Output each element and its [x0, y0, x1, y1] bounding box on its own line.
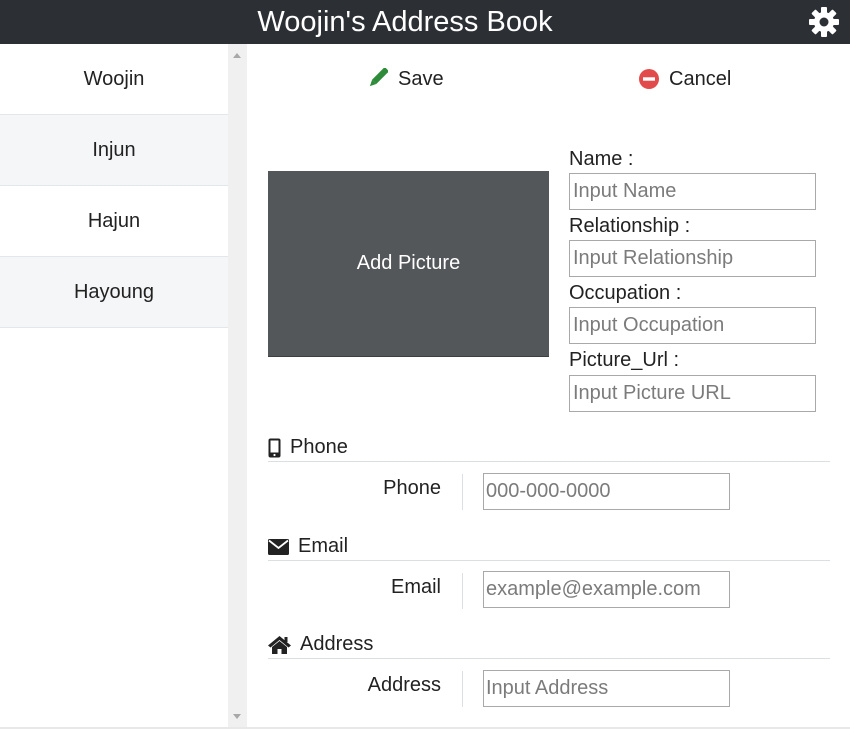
cancel-label: Cancel: [669, 67, 732, 90]
sidebar-item-label: Injun: [92, 139, 136, 161]
name-field[interactable]: [569, 173, 816, 210]
envelope-icon: [268, 538, 289, 555]
phone-label: Phone: [383, 477, 441, 499]
address-label: Address: [367, 674, 441, 696]
relationship-field[interactable]: [569, 240, 816, 277]
relationship-label: Relationship :: [569, 215, 691, 237]
divider: [462, 474, 463, 510]
save-button[interactable]: Save: [366, 66, 444, 92]
occupation-label: Occupation :: [569, 282, 682, 304]
picture-url-field[interactable]: [569, 375, 816, 412]
pencil-icon: [369, 68, 388, 87]
address-section-title: Address: [300, 633, 374, 655]
mobile-phone-icon: [268, 438, 281, 457]
email-label: Email: [390, 576, 441, 598]
contact-edit-panel: Save Cancel Add Picture Name : Relations…: [247, 44, 850, 729]
email-section-header: Email: [268, 533, 830, 561]
app-title: Woojin's Address Book: [257, 6, 553, 38]
phone-field[interactable]: [483, 473, 730, 510]
gear-icon[interactable]: [808, 6, 840, 38]
picture-url-label: Picture_Url :: [569, 349, 680, 371]
scroll-up-arrow-icon[interactable]: [233, 53, 241, 58]
phone-section-header: Phone: [268, 434, 830, 462]
email-field[interactable]: [483, 571, 730, 608]
phone-section-title: Phone: [290, 436, 348, 458]
sidebar-scrollbar[interactable]: [228, 44, 247, 729]
divider: [462, 671, 463, 707]
address-field[interactable]: [483, 670, 730, 707]
add-picture-label: Add Picture: [356, 252, 461, 274]
address-section-header: Address: [268, 631, 830, 659]
occupation-field[interactable]: [569, 307, 816, 344]
sidebar-item-hayoung[interactable]: Hayoung: [0, 257, 228, 328]
sidebar-item-woojin[interactable]: Woojin: [0, 44, 228, 115]
sidebar-item-label: Woojin: [83, 68, 145, 90]
save-label: Save: [398, 67, 444, 90]
name-label: Name :: [569, 148, 634, 170]
divider: [462, 573, 463, 609]
title-bar: Woojin's Address Book: [0, 0, 850, 44]
sidebar-item-label: Hayoung: [73, 281, 155, 303]
minus-circle-icon: [639, 69, 659, 89]
email-section-title: Email: [298, 535, 349, 557]
sidebar-item-label: Hajun: [87, 210, 141, 232]
home-icon: [268, 635, 291, 654]
cancel-button[interactable]: Cancel: [639, 66, 731, 92]
add-picture-button[interactable]: Add Picture: [268, 171, 549, 357]
contact-list-sidebar: Woojin Injun Hajun Hayoung: [0, 44, 228, 729]
sidebar-item-hajun[interactable]: Hajun: [0, 186, 228, 257]
sidebar-item-injun[interactable]: Injun: [0, 115, 228, 186]
scroll-down-arrow-icon[interactable]: [233, 714, 241, 719]
